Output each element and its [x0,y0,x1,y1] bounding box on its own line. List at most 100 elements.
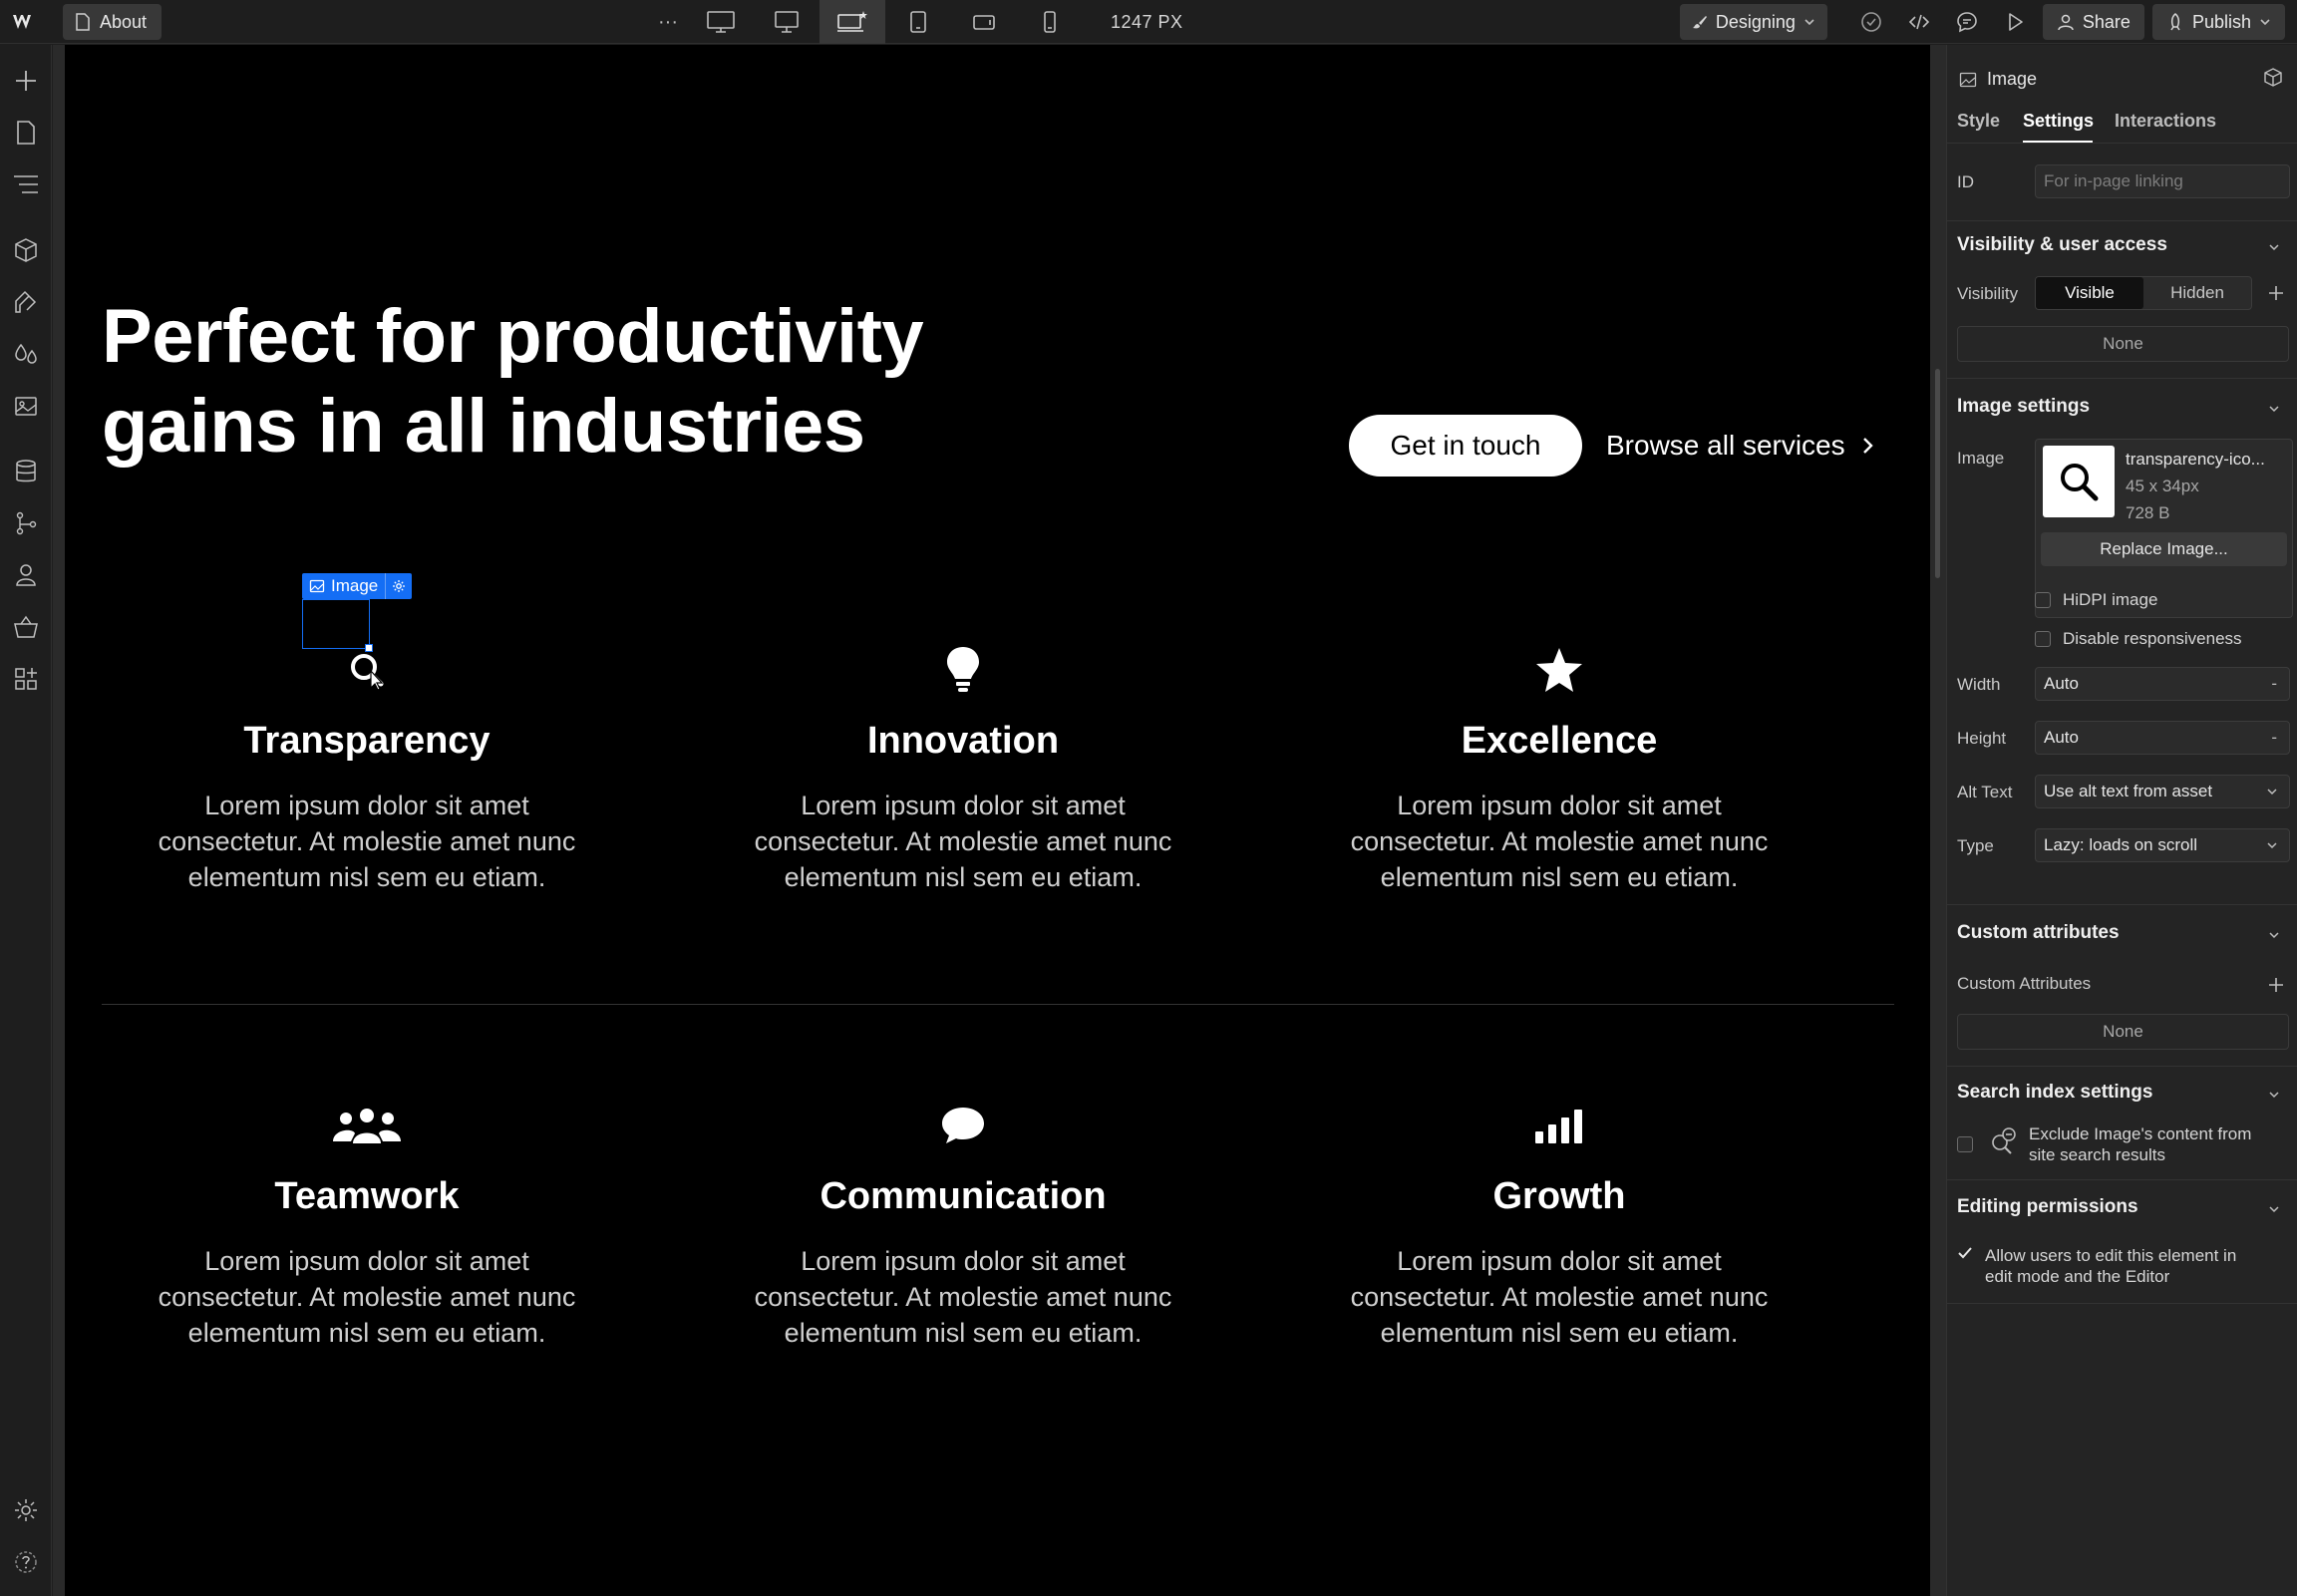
editing-permissions-section-title[interactable]: Editing permissions [1957,1196,2138,1218]
tab-style[interactable]: Style [1957,111,2000,132]
phone-landscape-icon [973,15,995,30]
chevron-down-icon[interactable] [2267,240,2281,254]
id-input[interactable]: For in-page linking [2035,164,2290,198]
image-settings-section-title[interactable]: Image settings [1957,396,2090,418]
breakpoint-tablet-button[interactable] [885,0,951,44]
feature-title: Excellence [1461,720,1658,762]
site-settings-button[interactable] [12,1496,40,1524]
breakpoint-xl-button[interactable] [754,0,820,44]
brush-style-icon [15,290,37,313]
share-button[interactable]: Share [2042,4,2144,40]
cms-button[interactable] [12,458,40,485]
visibility-visible-option[interactable]: Visible [2036,277,2143,309]
breakpoint-base-button[interactable] [820,0,885,44]
component-create-button[interactable] [2263,67,2285,94]
browse-services-link[interactable]: Browse all services [1606,424,1875,468]
logic-button[interactable] [12,509,40,537]
resize-handle[interactable] [365,644,373,652]
canvas-scrollbar[interactable] [1935,369,1940,578]
more-icon: ··· [658,10,678,33]
help-button[interactable] [12,1548,40,1576]
navigator-button[interactable] [12,170,40,198]
selected-element-tag[interactable]: Image [302,573,413,599]
page-icon [76,13,90,31]
disable-responsiveness-checkbox[interactable] [2035,631,2051,647]
chevron-down-icon[interactable] [2267,928,2281,942]
chevron-down-icon[interactable] [2267,1202,2281,1216]
hero-heading[interactable]: Perfect for productivity gains in all in… [102,292,999,472]
panel-element-header: Image [1959,69,2037,90]
section-divider [1947,1179,2297,1180]
navigator-list-icon [14,175,38,193]
feature-card-excellence[interactable]: Excellence Lorem ipsum dolor sit amet co… [1261,640,1857,895]
more-options-button[interactable]: ··· [648,0,688,44]
custom-attributes-section-title[interactable]: Custom attributes [1957,922,2120,944]
code-export-button[interactable] [1899,2,1939,42]
hidpi-checkbox[interactable] [2035,592,2051,608]
add-attribute-icon[interactable] [2267,976,2285,994]
exclude-search-checkbox[interactable] [1957,1136,1973,1152]
feature-card-innovation[interactable]: Innovation Lorem ipsum dolor sit amet co… [665,640,1261,895]
visibility-hidden-option[interactable]: Hidden [2143,277,2251,309]
chevron-down-icon[interactable] [2267,402,2281,416]
publish-button[interactable]: Publish [2151,4,2285,40]
feature-card-growth[interactable]: Growth Lorem ipsum dolor sit amet consec… [1261,1096,1857,1351]
tab-interactions[interactable]: Interactions [2115,111,2216,132]
style-selectors-button[interactable] [12,288,40,316]
chevron-down-icon[interactable] [2267,1088,2281,1102]
asset-filename: transparency-ico... [2126,450,2265,469]
feature-icon-wrap [665,640,1261,700]
asset-filesize: 728 B [2126,503,2170,522]
basket-icon [14,615,38,638]
components-button[interactable] [12,236,40,264]
alt-text-value: Use alt text from asset [2044,782,2213,800]
loading-type-label: Type [1957,836,1994,855]
search-icon[interactable] [347,650,387,690]
alt-text-select[interactable]: Use alt text from asset [2035,775,2290,808]
apps-button[interactable] [12,665,40,693]
hidpi-checkbox-row[interactable]: HiDPI image [2035,590,2157,610]
hero-heading-line-1: Perfect for productivity [102,294,924,379]
breakpoint-mobile-landscape-button[interactable] [951,0,1017,44]
comments-button[interactable] [1947,2,1987,42]
pages-button[interactable] [12,119,40,147]
tab-settings[interactable]: Settings [2023,111,2094,132]
height-label: Height [1957,729,2007,748]
add-elements-button[interactable] [12,67,40,95]
hidpi-label: HiDPI image [2063,590,2158,609]
feature-card-teamwork[interactable]: Teamwork Lorem ipsum dolor sit amet cons… [69,1096,665,1351]
preview-button[interactable] [1995,2,2035,42]
users-button[interactable] [12,561,40,589]
visibility-toggle[interactable]: Visible Hidden [2035,276,2252,310]
feature-card-transparency[interactable]: Transparency Lorem ipsum dolor sit amet … [69,640,665,895]
assets-button[interactable] [12,392,40,420]
width-input[interactable]: Auto - [2035,667,2290,701]
page-selector-button[interactable]: About [63,4,163,40]
breakpoint-xxl-button[interactable] [688,0,754,44]
height-input[interactable]: Auto - [2035,721,2290,755]
add-visibility-condition-icon[interactable] [2267,284,2285,302]
breakpoint-mobile-portrait-button[interactable] [1017,0,1083,44]
disable-responsiveness-row[interactable]: Disable responsiveness [2035,629,2242,649]
element-settings-button[interactable] [385,573,412,599]
ecommerce-button[interactable] [12,613,40,641]
visibility-section-title[interactable]: Visibility & user access [1957,234,2167,256]
canvas-width-readout: 1247 PX [1111,11,1183,32]
audit-button[interactable] [1851,2,1891,42]
left-toolbar [0,45,52,1596]
custom-attributes-label: Custom Attributes [1957,974,2092,993]
checkmark-icon[interactable] [1957,1245,1973,1261]
replace-image-button[interactable]: Replace Image... [2041,532,2287,566]
asset-thumbnail[interactable] [2043,446,2115,517]
brush-icon [1692,16,1707,29]
webflow-logo[interactable] [0,0,50,44]
width-unit[interactable]: - [2271,674,2277,694]
loading-type-select[interactable]: Lazy: loads on scroll [2035,828,2290,862]
get-in-touch-button[interactable]: Get in touch [1349,415,1582,477]
design-canvas[interactable]: Perfect for productivity gains in all in… [65,45,1930,1596]
feature-card-communication[interactable]: Communication Lorem ipsum dolor sit amet… [665,1096,1261,1351]
height-unit[interactable]: - [2271,728,2277,748]
variables-button[interactable] [12,340,40,368]
mode-dropdown[interactable]: Designing [1679,4,1827,40]
search-index-section-title[interactable]: Search index settings [1957,1082,2152,1104]
